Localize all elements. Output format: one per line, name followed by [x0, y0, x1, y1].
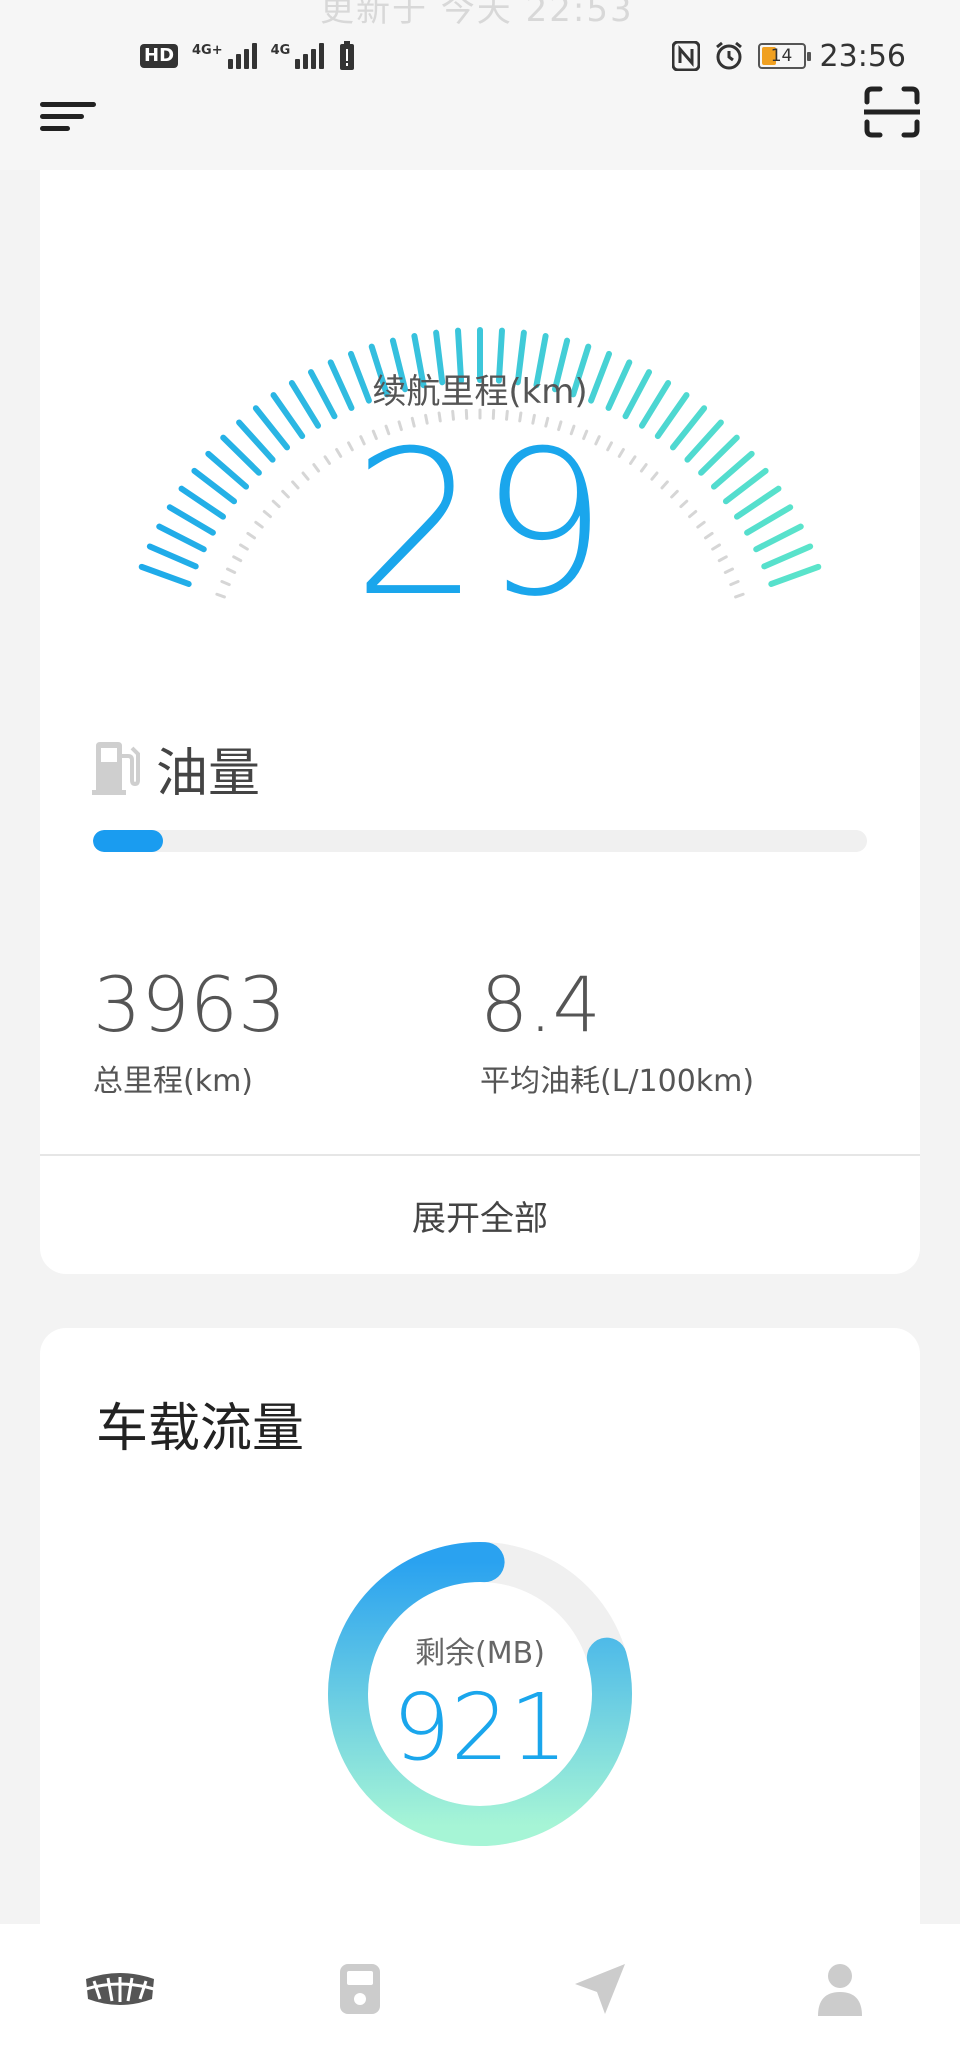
- status-right: 14 23:56: [671, 36, 906, 76]
- battery-icon: 14: [757, 43, 811, 69]
- nav-item-card[interactable]: [240, 1924, 480, 2053]
- bottom-nav: [0, 1924, 960, 2053]
- scan-icon[interactable]: [864, 86, 920, 138]
- status-bar: 更新于 今天 22:53 HD 4G+ 4G 14 23:56: [0, 0, 960, 80]
- avg-consumption-label: 平均油耗(L/100km): [480, 1064, 755, 1099]
- menu-icon[interactable]: [40, 94, 96, 138]
- traffic-title: 车载流量: [96, 1399, 305, 1459]
- nav-item-car[interactable]: [0, 1924, 240, 2053]
- nav-item-profile[interactable]: [720, 1924, 960, 2053]
- navigate-icon: [575, 1963, 625, 2014]
- avg-consumption-value: 8.4: [480, 960, 601, 1049]
- clock: 23:56: [819, 38, 906, 74]
- nav-item-navigate[interactable]: [480, 1924, 720, 2053]
- expand-all-button[interactable]: 展开全部: [40, 1156, 920, 1274]
- fuel-level-bar: [93, 830, 867, 852]
- fuel-level-fill: [93, 830, 163, 852]
- app-header: [0, 80, 960, 170]
- fuel-pump-icon: [92, 742, 140, 795]
- total-mileage-label: 总里程(km): [93, 1064, 254, 1099]
- profile-icon: [818, 1963, 862, 2016]
- range-label: 续航里程(km): [372, 372, 588, 412]
- range-value: 29: [352, 408, 608, 641]
- status-left: HD 4G+ 4G: [140, 36, 356, 76]
- battery-alert-icon: [340, 41, 355, 70]
- fuel-header: 油量: [92, 738, 260, 804]
- last-updated-text: 更新于 今天 22:53: [320, 0, 634, 30]
- card-icon: [340, 1963, 380, 2014]
- avg-consumption-stat: 8.4 平均油耗(L/100km): [480, 960, 754, 1100]
- remaining-value: 921: [392, 1674, 568, 1781]
- car-icon: [85, 1972, 155, 2005]
- alarm-icon: [715, 41, 742, 70]
- fuel-label: 油量: [156, 743, 261, 804]
- signal-sim2-icon: 4G: [271, 43, 325, 69]
- remaining-label: 剩余(MB): [415, 1636, 545, 1671]
- vehicle-status-card: 续航里程(km) 29 油量 3963 总里程(km) 8.4 平均油耗(L/1…: [40, 170, 920, 1274]
- nfc-icon: [671, 41, 700, 71]
- total-mileage-value: 3963: [93, 960, 287, 1049]
- hd-badge: HD: [140, 44, 179, 68]
- total-mileage-stat: 3963 总里程(km): [93, 960, 286, 1100]
- signal-sim1-icon: 4G+: [192, 43, 257, 69]
